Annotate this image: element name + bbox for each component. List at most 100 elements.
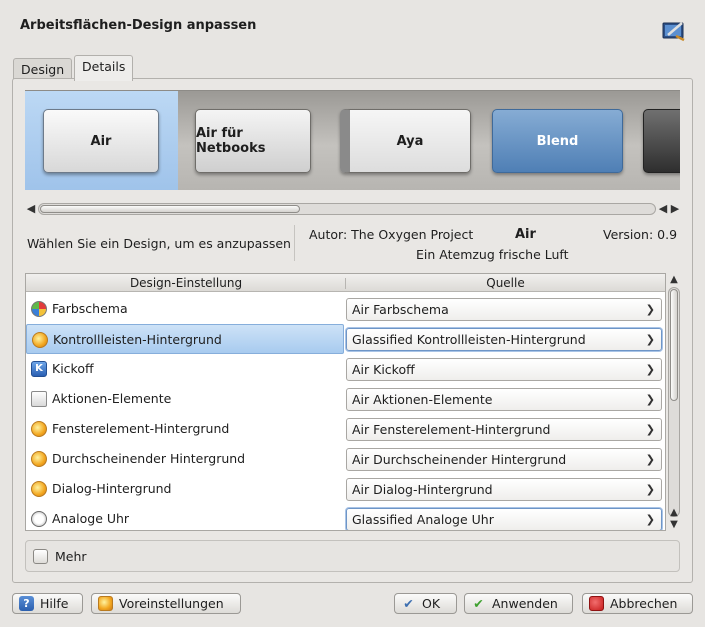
ok-button[interactable]: ✔ OK (394, 593, 457, 614)
scroll-down-icon[interactable]: ▼ (667, 518, 681, 531)
setting-label: Dialog-Hintergrund (52, 481, 172, 496)
theme-item-air-netbooks[interactable]: Air für Netbooks (178, 91, 328, 190)
setting-label: Kickoff (52, 361, 94, 376)
chevron-down-icon: ❯ (645, 363, 655, 376)
chevron-down-icon: ❯ (645, 453, 655, 466)
vertical-scroll-track[interactable] (668, 287, 680, 517)
source-value: Air Farbschema (352, 302, 449, 317)
chevron-down-icon: ❯ (645, 303, 655, 316)
theme-item-air[interactable]: Air (25, 91, 178, 190)
more-checkbox[interactable] (33, 549, 48, 564)
setting-label: Durchscheinender Hintergrund (52, 451, 246, 466)
table-row[interactable]: Dialog-Hintergrund Air Dialog-Hintergrun… (26, 474, 665, 504)
window-icon (31, 391, 47, 407)
source-value: Glassified Analoge Uhr (352, 512, 494, 527)
theme-author: Autor: The Oxygen Project (309, 227, 474, 242)
apply-button-label: Anwenden (492, 596, 558, 611)
scroll-right-icon[interactable]: ▶ (668, 201, 682, 217)
theme-list[interactable]: Air Air für Netbooks Aya Blend (25, 90, 680, 190)
setting-cell[interactable]: Aktionen-Elemente (26, 384, 344, 414)
apply-button[interactable]: ✔ Anwenden (464, 593, 573, 614)
defaults-button[interactable]: Voreinstellungen (91, 593, 241, 614)
tab-details[interactable]: Details (74, 55, 134, 81)
defaults-button-label: Voreinstellungen (119, 596, 224, 611)
table-row[interactable]: Fensterelement-Hintergrund Air Fensterel… (26, 414, 665, 444)
theme-preview-air-netbooks[interactable]: Air für Netbooks (195, 109, 311, 173)
table-row[interactable]: Aktionen-Elemente Air Aktionen-Elemente … (26, 384, 665, 414)
source-dropdown[interactable]: Air Kickoff ❯ (346, 358, 662, 381)
chevron-down-icon: ❯ (645, 333, 655, 346)
chevron-down-icon: ❯ (645, 393, 655, 406)
scroll-left-icon[interactable]: ◀ (24, 201, 38, 217)
table-scrollbar[interactable]: ▲ ▲ ▼ (667, 273, 681, 531)
setting-label: Farbschema (52, 301, 128, 316)
cancel-icon (589, 596, 604, 611)
setting-cell[interactable]: Fensterelement-Hintergrund (26, 414, 344, 444)
theme-description: Ein Atemzug frische Luft (416, 247, 569, 262)
source-dropdown[interactable]: Air Dialog-Hintergrund ❯ (346, 478, 662, 501)
chevron-down-icon: ❯ (645, 483, 655, 496)
more-section (25, 540, 680, 572)
help-icon: ? (19, 596, 34, 611)
table-row[interactable]: Farbschema Air Farbschema ❯ (26, 294, 665, 324)
source-value: Air Kickoff (352, 362, 415, 377)
setting-cell[interactable]: Farbschema (26, 294, 344, 324)
apply-check-icon: ✔ (473, 596, 484, 611)
source-value: Glassified Kontrollleisten-Hintergrund (352, 332, 586, 347)
dialog-title: Arbeitsflächen-Design anpassen (20, 18, 257, 33)
info-divider (294, 225, 295, 261)
theme-name: Air (515, 227, 536, 242)
chevron-down-icon: ❯ (645, 513, 655, 526)
plasma-theme-icon (31, 451, 47, 467)
plasma-theme-icon (32, 332, 48, 348)
theme-settings-table: Design-Einstellung Quelle Farbschema Air… (25, 273, 666, 531)
column-header-setting[interactable]: Design-Einstellung (26, 276, 346, 290)
horizontal-scroll-track[interactable] (38, 203, 656, 215)
setting-cell[interactable]: Analoge Uhr (26, 504, 344, 530)
source-dropdown[interactable]: Air Durchscheinender Hintergrund ❯ (346, 448, 662, 471)
plasma-theme-icon (31, 481, 47, 497)
cancel-button-label: Abbrechen (610, 596, 678, 611)
theme-preview-air[interactable]: Air (43, 109, 159, 173)
table-row[interactable]: Durchscheinender Hintergrund Air Durchsc… (26, 444, 665, 474)
help-button[interactable]: ? Hilfe (12, 593, 83, 614)
theme-version: Version: 0.9 (603, 227, 678, 242)
source-dropdown[interactable]: Glassified Analoge Uhr ❯ (346, 508, 662, 530)
column-header-source[interactable]: Quelle (346, 276, 665, 290)
table-row[interactable]: K Kickoff Air Kickoff ❯ (26, 354, 665, 384)
setting-cell[interactable]: K Kickoff (26, 354, 344, 384)
plasma-theme-icon (31, 421, 47, 437)
theme-preview-partial[interactable] (643, 109, 680, 173)
ok-button-label: OK (422, 596, 441, 611)
source-value: Air Dialog-Hintergrund (352, 482, 493, 497)
source-dropdown[interactable]: Air Fensterelement-Hintergrund ❯ (346, 418, 662, 441)
desktop-theme-icon (662, 22, 685, 42)
table-header: Design-Einstellung Quelle (26, 274, 665, 292)
restore-defaults-icon (98, 596, 113, 611)
setting-label: Aktionen-Elemente (52, 391, 172, 406)
cancel-button[interactable]: Abbrechen (582, 593, 693, 614)
more-label[interactable]: Mehr (55, 549, 87, 564)
table-row-selected[interactable]: Kontrollleisten-Hintergrund Glassified K… (26, 324, 665, 354)
horizontal-scroll-thumb[interactable] (40, 205, 300, 213)
setting-label: Fensterelement-Hintergrund (52, 421, 230, 436)
help-button-label: Hilfe (40, 596, 69, 611)
setting-cell[interactable]: Durchscheinender Hintergrund (26, 444, 344, 474)
source-dropdown[interactable]: Glassified Kontrollleisten-Hintergrund ❯ (346, 328, 662, 351)
color-scheme-icon (31, 301, 47, 317)
scroll-up-icon[interactable]: ▲ (667, 273, 681, 286)
theme-preview-blend[interactable]: Blend (492, 109, 623, 173)
theme-preview-aya[interactable]: Aya (340, 109, 471, 173)
table-row[interactable]: Analoge Uhr Glassified Analoge Uhr ❯ (26, 504, 665, 530)
kickoff-icon: K (31, 361, 47, 377)
source-dropdown[interactable]: Air Farbschema ❯ (346, 298, 662, 321)
source-dropdown[interactable]: Air Aktionen-Elemente ❯ (346, 388, 662, 411)
source-value: Air Aktionen-Elemente (352, 392, 493, 407)
theme-list-scrollbar[interactable]: ◀ ◀ ▶ (24, 201, 681, 217)
tab-design[interactable]: Design (13, 58, 73, 80)
vertical-scroll-thumb[interactable] (670, 289, 678, 401)
setting-cell[interactable]: Kontrollleisten-Hintergrund (26, 324, 344, 354)
clock-icon (31, 511, 47, 527)
source-value: Air Durchscheinender Hintergrund (352, 452, 567, 467)
setting-cell[interactable]: Dialog-Hintergrund (26, 474, 344, 504)
